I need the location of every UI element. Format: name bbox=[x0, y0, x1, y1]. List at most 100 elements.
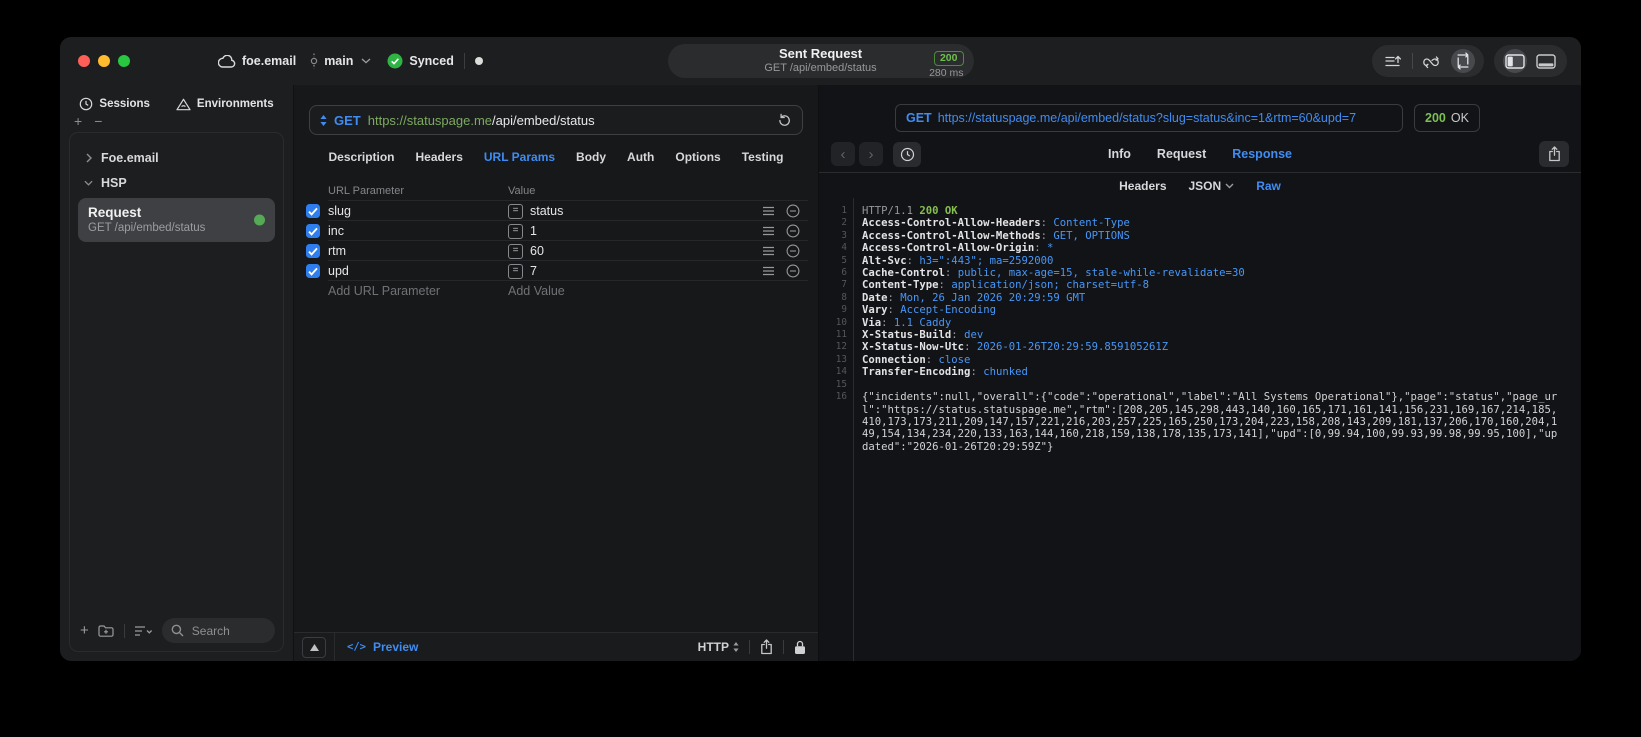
url-bar[interactable]: GET https://statuspage.me/api/embed/stat… bbox=[309, 105, 803, 135]
response-tab-info[interactable]: Info bbox=[1108, 147, 1131, 161]
sent-url-label: https://statuspage.me/api/embed/status?s… bbox=[937, 111, 1357, 125]
remove-item-button[interactable]: − bbox=[94, 114, 102, 128]
repeat-request-button[interactable] bbox=[1451, 49, 1475, 73]
export-response-button[interactable] bbox=[1539, 141, 1569, 167]
add-value-placeholder[interactable]: Add Value bbox=[486, 284, 762, 298]
param-rows: slug = status inc = 1 rtm = 60 upd = 7 bbox=[300, 201, 810, 281]
tab-options[interactable]: Options bbox=[675, 150, 720, 164]
export-button[interactable] bbox=[760, 639, 773, 655]
equals-icon: = bbox=[508, 223, 523, 239]
new-request-button[interactable]: + bbox=[80, 623, 89, 638]
line-number: 14 bbox=[835, 366, 847, 378]
param-name[interactable]: upd bbox=[328, 264, 486, 278]
cloud-account-button[interactable]: foe.email bbox=[218, 54, 296, 68]
minimize-window-button[interactable] bbox=[98, 55, 110, 67]
search-field[interactable] bbox=[161, 618, 275, 643]
line-number: 7 bbox=[841, 279, 847, 291]
line-number: 6 bbox=[841, 267, 847, 279]
back-button[interactable]: ‹ bbox=[831, 142, 855, 166]
param-name[interactable]: slug bbox=[328, 204, 486, 218]
collapse-panel-button[interactable] bbox=[294, 633, 335, 661]
chevron-down-icon bbox=[84, 180, 93, 186]
param-delete-button[interactable] bbox=[786, 244, 810, 258]
add-item-button[interactable]: + bbox=[74, 114, 82, 128]
response-subtab-raw[interactable]: Raw bbox=[1256, 179, 1281, 193]
response-tab-request[interactable]: Request bbox=[1157, 147, 1206, 161]
tab-testing[interactable]: Testing bbox=[742, 150, 784, 164]
tab-environments[interactable]: Environments bbox=[176, 97, 274, 111]
tree-item-label: Foe.email bbox=[101, 150, 159, 165]
toggle-sidebar-button[interactable] bbox=[1503, 49, 1527, 73]
tab-headers[interactable]: Headers bbox=[416, 150, 463, 164]
request-tabs: Description Headers URL Params Body Auth Opti… bbox=[294, 150, 818, 164]
param-options-button[interactable] bbox=[762, 246, 786, 256]
param-delete-button[interactable] bbox=[786, 264, 810, 278]
tab-sessions[interactable]: Sessions bbox=[79, 97, 150, 111]
response-raw-view: 1 HTTP/1.1 200 OK 2 Access-Control-Allow-He… bbox=[819, 198, 1581, 661]
method-label[interactable]: GET bbox=[334, 113, 361, 128]
request-title-pill[interactable]: Sent Request GET /api/embed/status 200 2… bbox=[667, 44, 974, 79]
close-window-button[interactable] bbox=[78, 55, 90, 67]
line-number: 9 bbox=[841, 304, 847, 316]
param-checkbox[interactable] bbox=[306, 264, 320, 278]
param-options-button[interactable] bbox=[762, 206, 786, 216]
equals-icon: = bbox=[508, 243, 523, 259]
param-value[interactable]: 1 bbox=[530, 224, 537, 238]
protocol-select[interactable]: HTTP bbox=[698, 640, 739, 654]
add-param-row[interactable]: Add URL Parameter Add Value bbox=[300, 281, 810, 301]
protocol-label: HTTP bbox=[697, 640, 729, 654]
sort-options-button[interactable] bbox=[134, 625, 153, 637]
history-button[interactable] bbox=[893, 141, 921, 167]
line-number: 5 bbox=[841, 254, 847, 266]
chevron-down-icon bbox=[361, 58, 371, 64]
response-nav: Info Request Response ‹ › bbox=[819, 136, 1581, 172]
new-folder-button[interactable] bbox=[98, 624, 115, 638]
response-header-line: 12 X-Status-Now-Utc: 2026-01-26T20:29:59.… bbox=[819, 341, 1581, 353]
remove-circle-icon bbox=[786, 264, 800, 278]
tab-url-params[interactable]: URL Params bbox=[484, 150, 555, 164]
tree-item-hsp[interactable]: HSP bbox=[78, 170, 275, 195]
request-list-item-selected[interactable]: Request GET /api/embed/status bbox=[78, 198, 275, 242]
merge-flow-button[interactable] bbox=[1420, 49, 1444, 73]
param-name[interactable]: rtm bbox=[328, 244, 486, 258]
tab-body[interactable]: Body bbox=[576, 150, 606, 164]
param-delete-button[interactable] bbox=[786, 204, 810, 218]
sync-status[interactable]: Synced bbox=[387, 53, 454, 69]
remove-circle-icon bbox=[786, 204, 800, 218]
branch-selector[interactable]: main bbox=[310, 53, 371, 69]
reload-button[interactable] bbox=[777, 113, 792, 128]
response-header-line: 4 Access-Control-Allow-Origin: * bbox=[819, 242, 1581, 254]
response-header-line: 11 X-Status-Build: dev bbox=[819, 329, 1581, 341]
param-checkbox[interactable] bbox=[306, 244, 320, 258]
zoom-window-button[interactable] bbox=[118, 55, 130, 67]
response-subtab-json[interactable]: JSON bbox=[1189, 179, 1235, 193]
unsaved-indicator-dot bbox=[474, 57, 483, 65]
param-value[interactable]: 60 bbox=[530, 244, 544, 258]
param-value[interactable]: status bbox=[530, 204, 563, 218]
method-select-arrows-icon[interactable] bbox=[320, 114, 327, 126]
param-delete-button[interactable] bbox=[786, 224, 810, 238]
preview-button[interactable]: </> Preview bbox=[335, 640, 430, 654]
param-options-button[interactable] bbox=[762, 266, 786, 276]
response-status-line: 1 HTTP/1.1 200 OK bbox=[819, 205, 1581, 217]
toggle-bottom-panel-button[interactable] bbox=[1534, 49, 1558, 73]
param-options-button[interactable] bbox=[762, 226, 786, 236]
param-checkbox[interactable] bbox=[306, 224, 320, 238]
param-value[interactable]: 7 bbox=[530, 264, 537, 278]
sent-request-url-box[interactable]: GET https://statuspage.me/api/embed/stat… bbox=[895, 104, 1403, 132]
tab-description[interactable]: Description bbox=[329, 150, 395, 164]
search-input[interactable] bbox=[189, 622, 266, 639]
forward-button[interactable]: › bbox=[859, 142, 883, 166]
add-param-placeholder[interactable]: Add URL Parameter bbox=[328, 284, 486, 298]
param-name[interactable]: inc bbox=[328, 224, 486, 238]
response-tab-response[interactable]: Response bbox=[1232, 147, 1292, 161]
window-title: Sent Request bbox=[778, 46, 863, 61]
tree-item-foe-email[interactable]: Foe.email bbox=[78, 145, 275, 170]
panel-up-button[interactable] bbox=[302, 636, 326, 658]
param-checkbox[interactable] bbox=[306, 204, 320, 218]
response-subtab-headers[interactable]: Headers bbox=[1119, 179, 1166, 193]
import-export-button[interactable] bbox=[1381, 49, 1405, 73]
tab-auth[interactable]: Auth bbox=[627, 150, 654, 164]
check-icon bbox=[308, 267, 318, 276]
lock-button[interactable] bbox=[794, 640, 806, 655]
